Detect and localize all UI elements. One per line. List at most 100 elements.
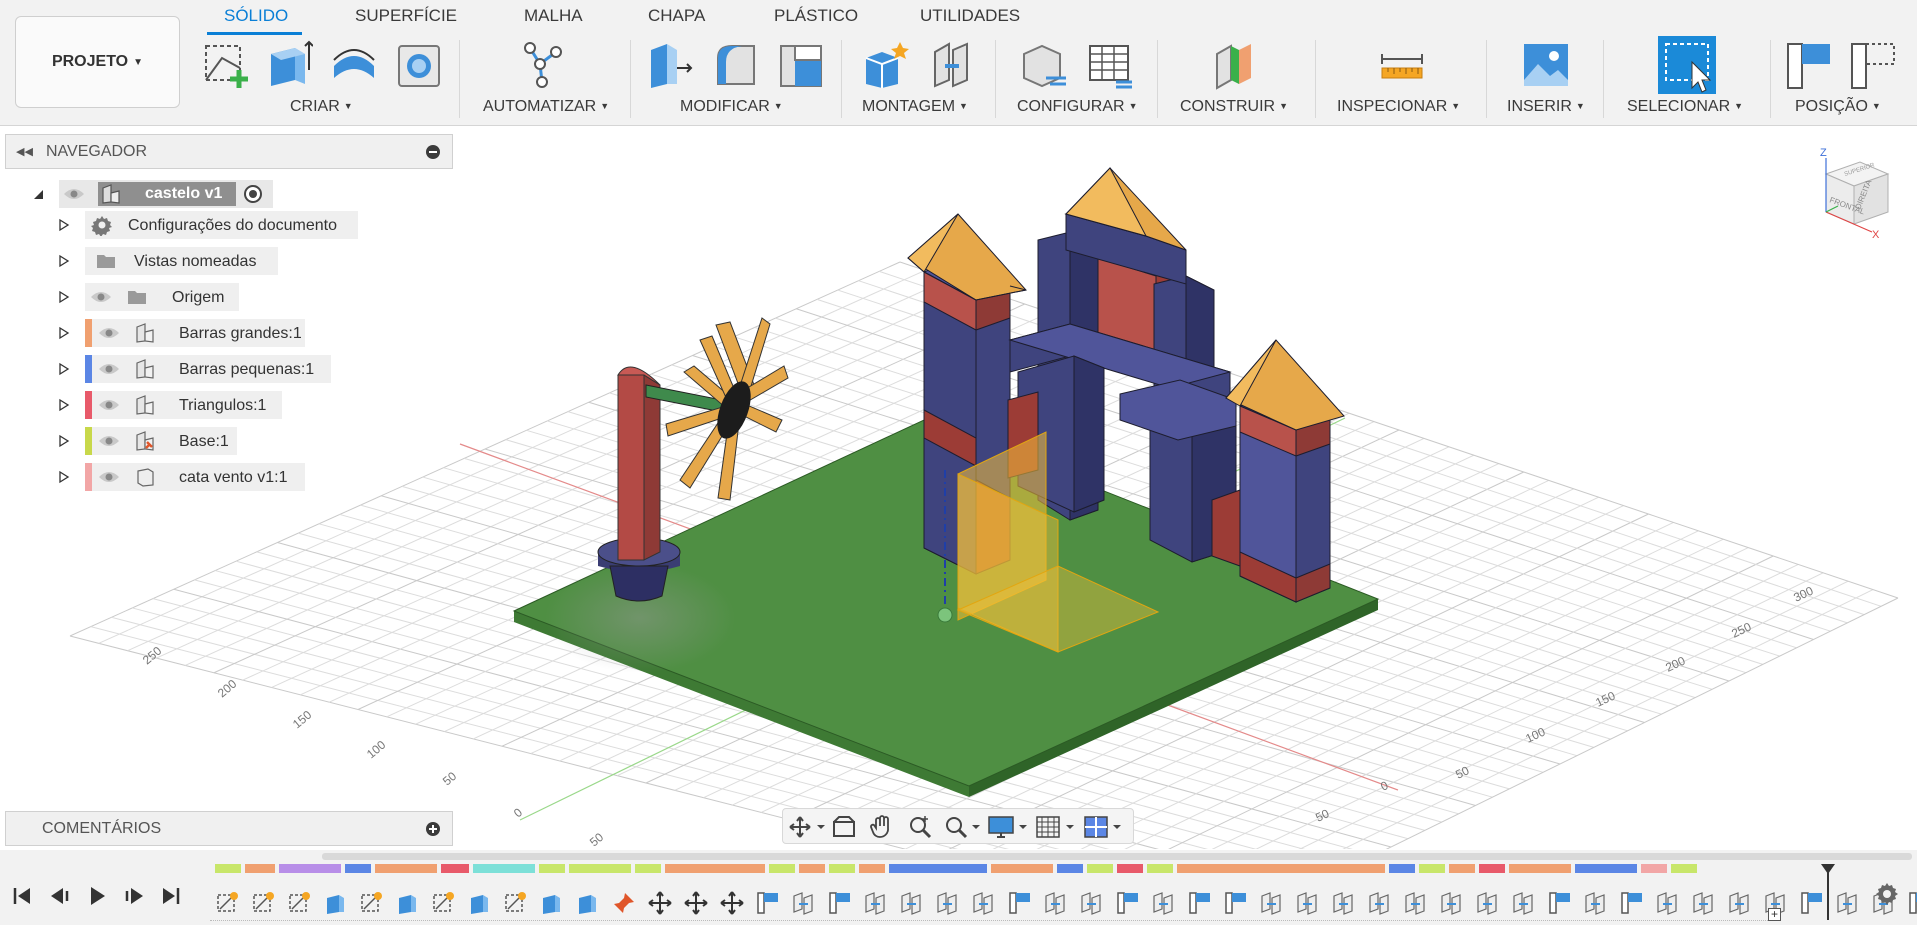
minimize-panel-icon[interactable] — [426, 145, 440, 159]
expand-arrow-icon[interactable] — [57, 218, 71, 232]
project-menu-button[interactable]: PROJETO ▼ — [15, 16, 180, 108]
create-sketch-icon[interactable] — [202, 40, 250, 90]
tab-solido[interactable]: SÓLIDO — [224, 6, 288, 26]
sketch-feature-icon[interactable] — [503, 890, 529, 916]
add-comment-icon[interactable] — [426, 822, 440, 836]
play-icon[interactable] — [84, 883, 110, 909]
capture-position-feature-icon[interactable] — [1907, 890, 1917, 916]
zoom-window-icon[interactable] — [943, 814, 983, 840]
configure-parameters-icon[interactable] — [1020, 40, 1068, 90]
revolve-icon[interactable] — [330, 40, 378, 90]
extrude-feature-icon[interactable] — [539, 890, 565, 916]
go-to-end-icon[interactable] — [158, 883, 184, 909]
visibility-eye-icon[interactable] — [90, 290, 112, 304]
select-icon[interactable] — [1658, 36, 1716, 94]
group-configurar[interactable]: CONFIGURAR ▼ — [1017, 98, 1137, 116]
joint-feature-icon[interactable] — [1511, 890, 1537, 916]
joint-feature-icon[interactable] — [1835, 890, 1861, 916]
group-criar[interactable]: CRIAR ▼ — [290, 98, 353, 116]
tab-plastico[interactable]: PLÁSTICO — [774, 6, 858, 26]
extrude-feature-icon[interactable] — [467, 890, 493, 916]
step-forward-icon[interactable] — [121, 883, 147, 909]
joint-feature-icon[interactable] — [935, 890, 961, 916]
construct-plane-icon[interactable] — [1211, 40, 1259, 90]
group-inspecionar[interactable]: INSPECIONAR ▼ — [1337, 98, 1460, 116]
tree-item-label[interactable]: Configurações do documento — [128, 217, 337, 235]
sketch-feature-icon[interactable] — [215, 890, 241, 916]
capture-position-feature-icon[interactable] — [1619, 890, 1645, 916]
ground-pin-icon[interactable] — [611, 890, 637, 916]
group-montagem[interactable]: MONTAGEM ▼ — [862, 98, 968, 116]
joint-feature-icon[interactable] — [1151, 890, 1177, 916]
shell-body-icon[interactable] — [777, 40, 825, 90]
root-component-name[interactable]: castelo v1 — [145, 185, 222, 203]
joint-feature-icon[interactable] — [791, 890, 817, 916]
new-component-icon[interactable] — [862, 40, 910, 90]
step-back-icon[interactable] — [47, 883, 73, 909]
viewcube[interactable]: Z X FRONTAL DIREITA SUPERIOR — [1808, 144, 1898, 240]
extrude-feature-icon[interactable] — [575, 890, 601, 916]
sketch-feature-icon[interactable] — [431, 890, 457, 916]
visibility-eye-icon[interactable] — [98, 326, 120, 340]
joint-feature-icon[interactable] — [1367, 890, 1393, 916]
tree-item-label[interactable]: cata vento v1:1 — [179, 469, 288, 487]
tab-malha[interactable]: MALHA — [524, 6, 583, 26]
fillet-icon[interactable] — [712, 40, 760, 90]
insert-image-icon[interactable] — [1522, 40, 1570, 90]
expand-arrow-icon[interactable] — [57, 290, 71, 304]
joint-feature-icon[interactable] — [899, 890, 925, 916]
expand-arrow-icon[interactable] — [57, 470, 71, 484]
visibility-eye-icon[interactable] — [98, 362, 120, 376]
visibility-eye-icon[interactable] — [98, 398, 120, 412]
joint-feature-icon[interactable] — [1475, 890, 1501, 916]
browser-panel-header[interactable]: ◀◀ NAVEGADOR — [5, 134, 453, 169]
group-selecionar[interactable]: SELECIONAR ▼ — [1627, 98, 1743, 116]
capture-position-feature-icon[interactable] — [1115, 890, 1141, 916]
collapse-panel-icon[interactable]: ◀◀ — [16, 145, 36, 158]
group-posicao[interactable]: POSIÇÃO ▼ — [1795, 98, 1881, 116]
joint-icon[interactable] — [927, 40, 975, 90]
joint-feature-icon[interactable] — [1727, 890, 1753, 916]
joint-feature-icon[interactable] — [1331, 890, 1357, 916]
tree-item-label[interactable]: Vistas nomeadas — [134, 253, 256, 271]
capture-position-feature-icon[interactable] — [827, 890, 853, 916]
tree-item-label[interactable]: Base:1 — [179, 433, 229, 451]
display-settings-icon[interactable] — [987, 814, 1031, 840]
zoom-icon[interactable] — [907, 814, 933, 840]
look-at-icon[interactable] — [831, 814, 857, 840]
grid-settings-icon[interactable] — [1035, 814, 1079, 840]
joint-feature-icon[interactable] — [1691, 890, 1717, 916]
visibility-eye-icon[interactable] — [98, 470, 120, 484]
joint-feature-icon[interactable] — [863, 890, 889, 916]
tree-item-label[interactable]: Origem — [172, 289, 224, 307]
orbit-icon[interactable] — [788, 814, 828, 840]
move-feature-icon[interactable] — [719, 890, 745, 916]
group-modificar[interactable]: MODIFICAR ▼ — [680, 98, 783, 116]
move-feature-icon[interactable] — [647, 890, 673, 916]
extrude-feature-icon[interactable] — [395, 890, 421, 916]
joint-feature-icon[interactable] — [1079, 890, 1105, 916]
tree-item-label[interactable]: Triangulos:1 — [179, 397, 266, 415]
timeline-track[interactable] — [210, 864, 1917, 924]
group-automatizar[interactable]: AUTOMATIZAR ▼ — [483, 98, 609, 116]
timeline-scrollbar[interactable] — [322, 853, 1912, 860]
timeline-expand-icon[interactable]: + — [1768, 908, 1781, 921]
joint-feature-icon[interactable] — [1583, 890, 1609, 916]
tab-superficie[interactable]: SUPERFÍCIE — [355, 6, 457, 26]
extrude-icon[interactable] — [265, 40, 314, 90]
shell-icon[interactable] — [395, 40, 443, 90]
expand-arrow-icon[interactable] — [57, 326, 71, 340]
group-inserir[interactable]: INSERIR ▼ — [1507, 98, 1585, 116]
measure-icon[interactable] — [1378, 40, 1426, 90]
joint-feature-icon[interactable] — [1439, 890, 1465, 916]
joint-feature-icon[interactable] — [1655, 890, 1681, 916]
tree-item-label[interactable]: Barras pequenas:1 — [179, 361, 314, 379]
joint-feature-icon[interactable] — [971, 890, 997, 916]
pan-icon[interactable] — [869, 814, 895, 840]
expand-arrow-icon[interactable] — [57, 254, 71, 268]
tab-utilidades[interactable]: UTILIDADES — [920, 6, 1020, 26]
expand-arrow-icon[interactable] — [57, 362, 71, 376]
capture-position-feature-icon[interactable] — [755, 890, 781, 916]
joint-feature-icon[interactable] — [1043, 890, 1069, 916]
timeline-settings-gear-icon[interactable] — [1873, 880, 1901, 908]
